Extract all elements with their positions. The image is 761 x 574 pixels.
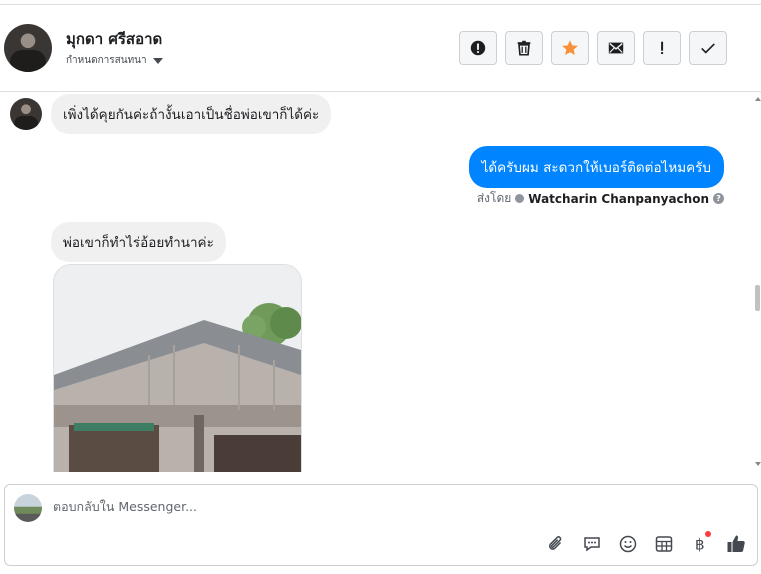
composer-tools: ฿ <box>545 531 747 555</box>
block-button[interactable] <box>459 31 497 65</box>
attachment-icon <box>548 536 562 550</box>
mark-done-button[interactable] <box>689 31 727 65</box>
star-button[interactable] <box>551 31 589 65</box>
reply-input[interactable] <box>53 499 733 514</box>
saved-replies-button[interactable] <box>581 533 603 555</box>
sender-avatar[interactable] <box>10 98 42 130</box>
emoji-button[interactable] <box>617 533 639 555</box>
baht-icon: ฿ <box>695 536 705 554</box>
reply-composer: ฿ <box>4 484 758 566</box>
contact-name[interactable]: มุกดา ศรีสอาด <box>66 27 162 51</box>
payment-button[interactable]: ฿ <box>689 531 711 555</box>
page-badge-icon <box>515 194 525 203</box>
block-icon <box>470 40 486 56</box>
attach-button[interactable] <box>545 533 567 555</box>
thread-scrollbar[interactable] <box>752 92 761 472</box>
mark-unread-button[interactable] <box>597 31 635 65</box>
saved-reply-icon <box>584 537 600 552</box>
mark-spam-button[interactable] <box>643 31 681 65</box>
trash-icon <box>517 40 531 56</box>
incoming-message[interactable]: เพิ่งได้คุยกันค่ะถ้างั้นเอาเป็นชื่อพ่อเข… <box>51 94 332 134</box>
header-actions <box>459 31 727 65</box>
scroll-down-icon[interactable] <box>755 462 761 466</box>
manage-conversation-dropdown[interactable]: กำหนดการสนทนา <box>66 53 163 68</box>
photo-attachment[interactable] <box>53 264 302 472</box>
page-avatar <box>14 494 42 522</box>
notification-dot <box>705 531 711 537</box>
star-icon <box>562 40 578 56</box>
outgoing-message[interactable]: ได้ครับผม สะดวกให้เบอร์ติดต่อไหมครับ <box>468 146 724 188</box>
conversation-header: มุกดา ศรีสอาด กำหนดการสนทนา <box>0 4 761 92</box>
contact-avatar[interactable] <box>4 24 52 72</box>
manage-conversation-label: กำหนดการสนทนา <box>66 55 147 66</box>
emoji-icon <box>619 535 637 553</box>
svg-text:฿: ฿ <box>695 536 705 554</box>
help-icon[interactable]: ? <box>713 193 724 204</box>
delete-button[interactable] <box>505 31 543 65</box>
mail-icon <box>608 42 624 54</box>
scroll-up-icon[interactable] <box>755 97 761 101</box>
caret-down-icon <box>152 57 163 64</box>
like-icon <box>727 535 745 552</box>
check-icon <box>701 43 715 54</box>
like-button[interactable] <box>725 533 747 555</box>
table-icon <box>655 536 673 552</box>
exclamation-icon <box>661 41 664 55</box>
message-thread: เพิ่งได้คุยกันค่ะถ้างั้นเอาเป็นชื่อพ่อเข… <box>0 92 752 472</box>
house-photo <box>54 265 301 472</box>
scrollbar-thumb[interactable] <box>755 285 760 311</box>
incoming-message[interactable]: พ่อเขาก็ทำไร่อ้อยทำนาค่ะ <box>51 222 226 262</box>
appointment-button[interactable] <box>653 533 675 555</box>
sent-by-prefix: ส่งโดย <box>476 191 512 205</box>
sender-name[interactable]: Watcharin Chanpanyachon <box>528 192 709 206</box>
sent-by-line: ส่งโดย Watcharin Chanpanyachon ? <box>477 189 724 208</box>
